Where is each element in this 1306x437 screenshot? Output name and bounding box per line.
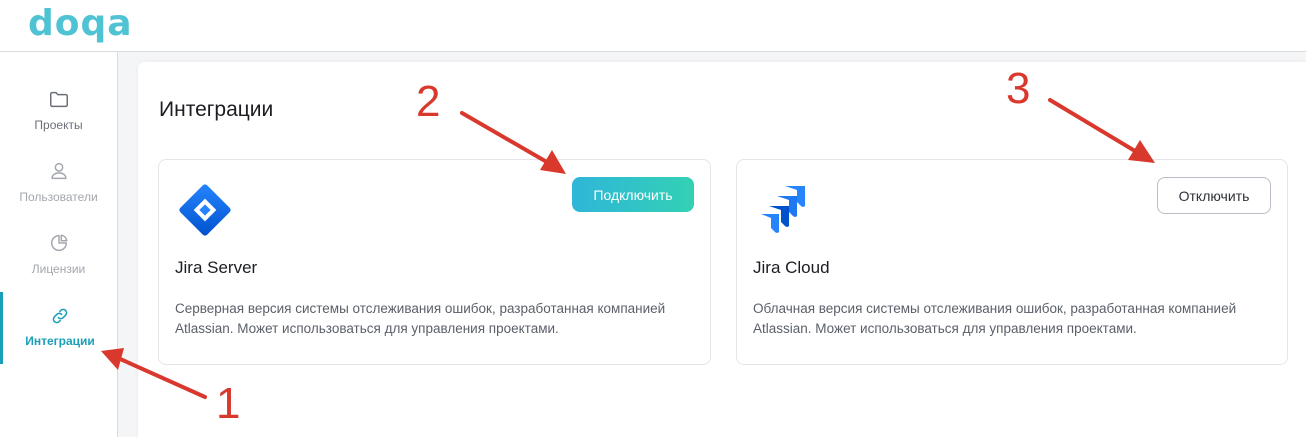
sidebar-item-users[interactable]: Пользователи bbox=[0, 160, 117, 232]
pie-chart-icon bbox=[50, 234, 68, 252]
main-panel: Интеграции Jira Server Серверная версия … bbox=[138, 62, 1306, 437]
link-icon bbox=[52, 308, 68, 324]
sidebar: Проекты Пользователи Лицензии Интеграции bbox=[0, 52, 118, 437]
connect-button[interactable]: Подключить bbox=[572, 177, 694, 212]
card-title: Jira Server bbox=[175, 258, 258, 277]
sidebar-item-label: Интеграции bbox=[25, 334, 95, 348]
annotation-number-3: 3 bbox=[1006, 64, 1031, 113]
sidebar-item-label: Лицензии bbox=[31, 262, 86, 276]
disconnect-button[interactable]: Отключить bbox=[1157, 177, 1271, 214]
folder-icon bbox=[49, 91, 68, 108]
annotation-number-2: 2 bbox=[416, 77, 441, 126]
app-logo[interactable]: doqa bbox=[28, 2, 133, 46]
integration-card-jira-server: Jira Server Серверная версия системы отс… bbox=[158, 159, 711, 365]
card-title: Jira Cloud bbox=[753, 258, 830, 277]
jira-cloud-logo-icon bbox=[761, 186, 805, 233]
sidebar-item-integrations[interactable]: Интеграции bbox=[0, 292, 117, 364]
annotation-number-1: 1 bbox=[216, 379, 241, 428]
user-icon bbox=[50, 162, 67, 180]
integration-card-jira-cloud: Jira Cloud Облачная версия системы отсле… bbox=[736, 159, 1288, 365]
sidebar-item-label: Проекты bbox=[34, 118, 83, 132]
jira-server-logo-icon bbox=[179, 184, 231, 236]
sidebar-item-label: Пользователи bbox=[19, 190, 98, 204]
top-bar: doqa bbox=[0, 0, 1306, 52]
sidebar-item-projects[interactable]: Проекты bbox=[0, 88, 117, 160]
page-title: Интеграции bbox=[159, 98, 274, 121]
card-description: Серверная версия системы отслеживания ош… bbox=[175, 301, 666, 336]
card-description: Облачная версия системы отслеживания оши… bbox=[753, 301, 1237, 336]
